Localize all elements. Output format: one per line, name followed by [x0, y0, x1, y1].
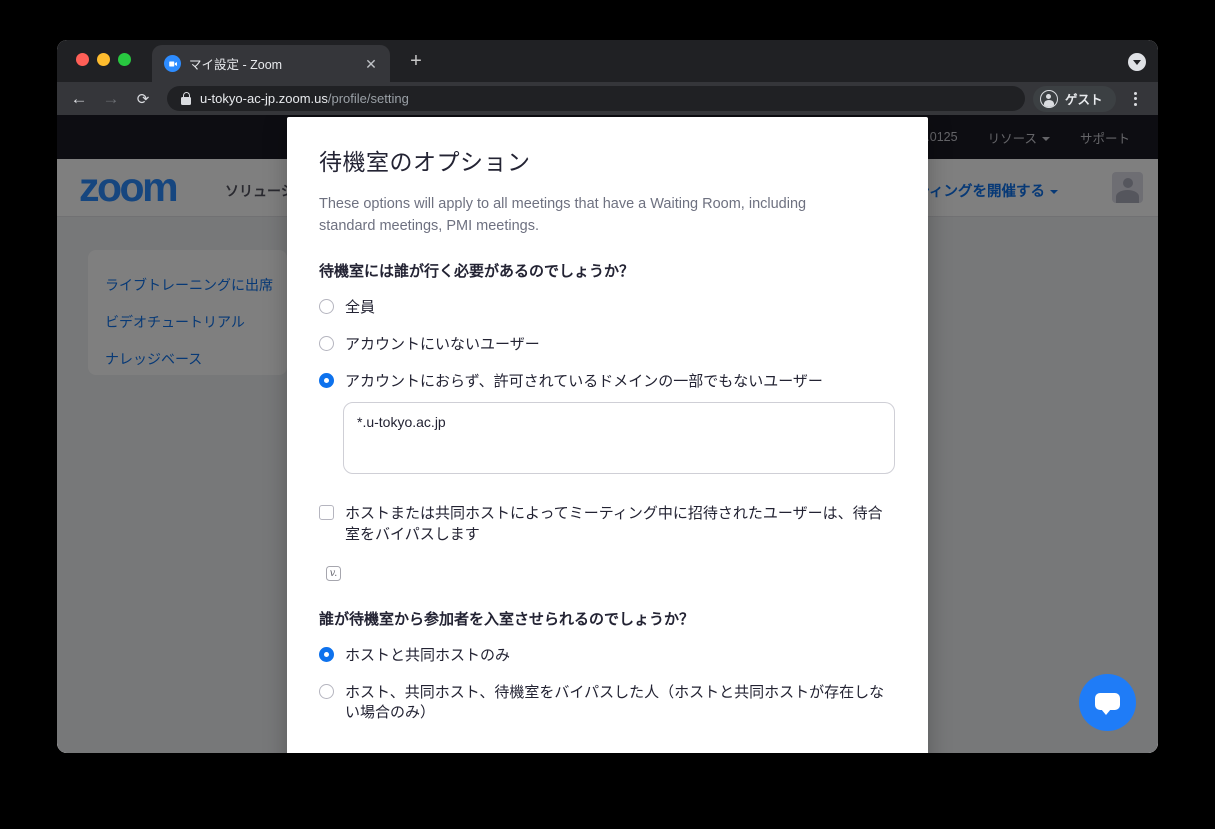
minimize-window-button[interactable] [97, 53, 110, 66]
dialog-title: 待機室のオプション [319, 143, 896, 177]
radio-option-users-not-in-account[interactable]: アカウントにいないユーザー [319, 335, 896, 355]
broken-image-icon: v. [326, 566, 341, 581]
radio-icon[interactable] [319, 684, 334, 699]
forward-button[interactable]: → [99, 89, 123, 109]
browser-menu-button[interactable] [1126, 92, 1145, 106]
url-domain: u-tokyo-ac-jp.zoom.us [200, 91, 328, 106]
browser-tab[interactable]: マイ設定 - Zoom ✕ [152, 45, 390, 82]
radio-icon[interactable] [319, 336, 334, 351]
tab-close-icon[interactable]: ✕ [362, 55, 380, 73]
browser-toolbar: ← → ⟳ u-tokyo-ac-jp.zoom.us/profile/sett… [57, 82, 1158, 115]
chevron-down-icon [1133, 60, 1141, 65]
radio-icon[interactable] [319, 299, 334, 314]
radio-icon[interactable] [319, 373, 334, 388]
dialog-description: These options will apply to all meetings… [319, 193, 864, 237]
radio-option-host-and-cohosts-only[interactable]: ホストと共同ホストのみ [319, 646, 896, 666]
radio-icon[interactable] [319, 647, 334, 662]
guest-avatar-icon [1040, 90, 1058, 108]
radio-option-users-not-in-allowed-domains[interactable]: アカウントにおらず、許可されているドメインの一部でもないユーザー [319, 372, 896, 392]
chat-support-button[interactable] [1079, 674, 1136, 731]
address-bar[interactable]: u-tokyo-ac-jp.zoom.us/profile/setting [167, 86, 1025, 111]
zoom-favicon-icon [164, 55, 181, 72]
allowed-domains-input[interactable]: *.u-tokyo.ac.jp [343, 402, 895, 474]
question-host-not-present: If the host and co-hosts are not present… [319, 752, 896, 753]
chat-bubble-icon [1095, 691, 1120, 715]
lock-icon [181, 92, 191, 105]
url-text: u-tokyo-ac-jp.zoom.us/profile/setting [200, 91, 409, 106]
tab-strip: マイ設定 - Zoom ✕ + [57, 40, 1158, 82]
new-tab-button[interactable]: + [403, 51, 429, 73]
tab-title: マイ設定 - Zoom [189, 54, 362, 73]
radio-option-everyone[interactable]: 全員 [319, 298, 896, 318]
profile-button[interactable]: ゲスト [1033, 86, 1116, 112]
page-viewport: 88.799.0125 リソース サポート zoom ソリューション ミーティン… [57, 115, 1158, 753]
question-who-admits-participants: 誰が待機室から参加者を入室させられるのでしょうか？ [319, 608, 896, 629]
back-button[interactable]: ← [67, 89, 91, 109]
browser-window: マイ設定 - Zoom ✕ + ← → ⟳ u-tokyo-ac-jp.zoom… [57, 40, 1158, 753]
bypass-waiting-room-checkbox-row[interactable]: ホストまたは共同ホストによってミーティング中に招待されたユーザーは、待合室をバイ… [319, 503, 896, 545]
guest-label: ゲスト [1065, 89, 1103, 108]
checkbox-icon[interactable] [319, 505, 334, 520]
tab-search-button[interactable] [1128, 53, 1146, 71]
waiting-room-options-dialog: 待機室のオプション These options will apply to al… [287, 117, 928, 753]
close-window-button[interactable] [76, 53, 89, 66]
url-path: /profile/setting [328, 91, 409, 106]
reload-button[interactable]: ⟳ [131, 90, 155, 108]
radio-option-host-cohosts-bypassers[interactable]: ホスト、共同ホスト、待機室をバイパスした人（ホストと共同ホストが存在しない場合の… [319, 683, 896, 723]
window-controls [76, 53, 131, 66]
fullscreen-window-button[interactable] [118, 53, 131, 66]
question-who-goes-to-waiting-room: 待機室には誰が行く必要があるのでしょうか？ [319, 260, 896, 281]
